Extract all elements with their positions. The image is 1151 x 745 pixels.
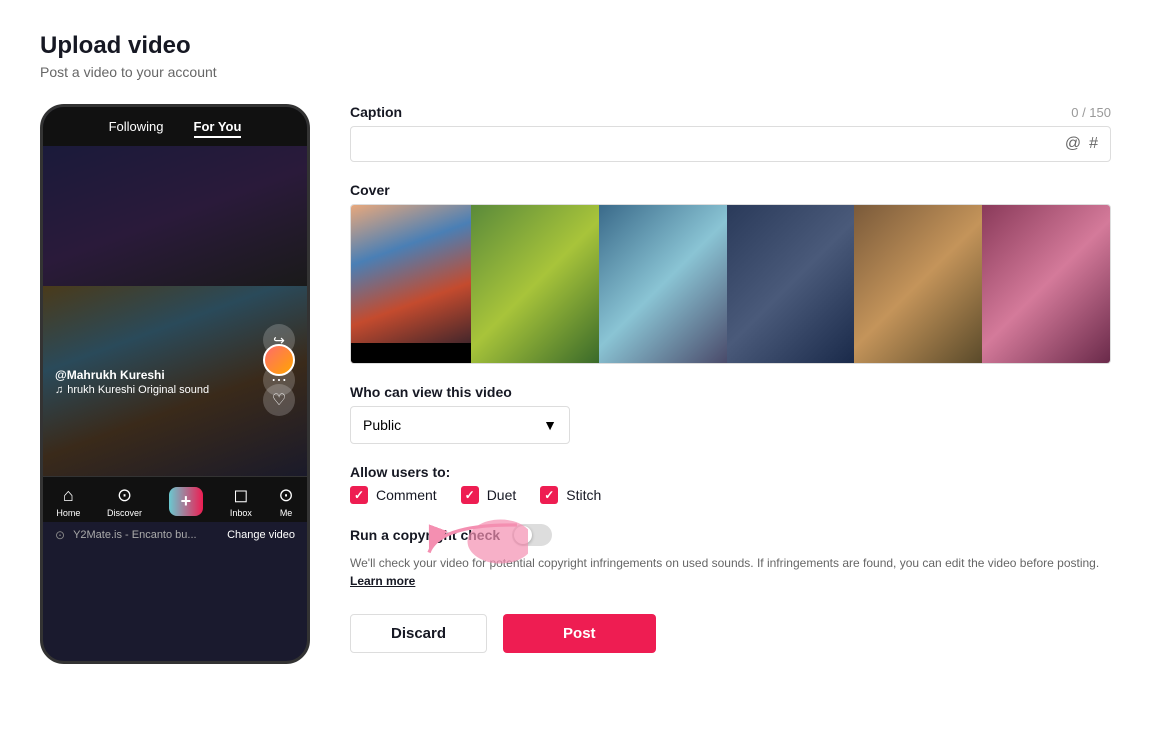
phone-video-bottom: ♡ ↪ ⋯ @Mahrukh Kureshi ♫ hrukh Kureshi O… xyxy=(43,286,307,476)
phone-navbar: ⌂ Home ⊙ Discover + ◻ Inbox ⊙ Me xyxy=(43,476,307,522)
who-can-view-dropdown[interactable]: Public ▼ xyxy=(350,406,570,444)
inbox-icon: ◻ xyxy=(233,485,248,506)
home-icon: ⌂ xyxy=(63,485,74,506)
who-can-view-section: Who can view this video Public ▼ xyxy=(350,384,1111,444)
create-icon: + xyxy=(169,487,204,516)
cover-selected[interactable] xyxy=(351,205,471,363)
nav-me[interactable]: ⊙ Me xyxy=(279,485,294,518)
user-info: @Mahrukh Kureshi ♫ hrukh Kureshi Origina… xyxy=(55,368,209,396)
discover-icon: ⊙ xyxy=(117,485,132,506)
cover-thumb-4[interactable] xyxy=(854,205,982,363)
sound-info: ♫ hrukh Kureshi Original sound xyxy=(55,384,209,396)
learn-more-link[interactable]: Learn more xyxy=(350,574,415,588)
caption-section: Caption 0 / 150 @ # xyxy=(350,104,1111,162)
tab-for-you: For You xyxy=(194,119,242,138)
cover-thumb-3[interactable] xyxy=(727,205,855,363)
phone-video-area: ♡ ↪ ⋯ @Mahrukh Kureshi ♫ hrukh Kureshi O… xyxy=(43,146,307,476)
nav-me-label: Me xyxy=(280,508,293,518)
chevron-down-icon: ▼ xyxy=(543,417,557,433)
comment-label: Comment xyxy=(376,487,437,503)
cover-thumb-5[interactable] xyxy=(982,205,1110,363)
caption-label: Caption xyxy=(350,104,402,120)
stitch-checkbox[interactable]: ✓ xyxy=(540,486,558,504)
cover-strip[interactable] xyxy=(350,204,1111,364)
dropdown-wrapper: Public ▼ xyxy=(350,406,1111,444)
copyright-label: Run a copyright check xyxy=(350,527,500,543)
duet-label: Duet xyxy=(487,487,517,503)
page-subtitle: Post a video to your account xyxy=(40,64,1111,80)
phone-bottom-bar: ⊙ Y2Mate.is - Encanto bu... Change video xyxy=(43,522,307,548)
copyright-info: We'll check your video for potential cop… xyxy=(350,554,1111,590)
duet-checkbox[interactable]: ✓ xyxy=(461,486,479,504)
phone-video-top xyxy=(43,146,307,286)
video-file-icon: ⊙ xyxy=(55,528,65,542)
nav-discover-label: Discover xyxy=(107,508,142,518)
hashtag-button[interactable]: # xyxy=(1089,135,1098,153)
allow-users-label: Allow users to: xyxy=(350,464,1111,480)
allow-users-section: Allow users to: ✓ Comment ✓ Duet ✓ Stitc… xyxy=(350,464,1111,504)
nav-inbox-label: Inbox xyxy=(230,508,252,518)
copyright-section: Run a copyright check xyxy=(350,524,1111,590)
caption-input-wrapper[interactable]: @ # xyxy=(350,126,1111,162)
comment-checkbox[interactable]: ✓ xyxy=(350,486,368,504)
nav-discover[interactable]: ⊙ Discover xyxy=(107,485,142,518)
cover-label: Cover xyxy=(350,182,1111,198)
caption-actions: @ # xyxy=(1065,135,1098,153)
cover-selected-bar xyxy=(351,343,471,363)
change-video-button[interactable]: Change video xyxy=(227,529,295,541)
copyright-row: Run a copyright check xyxy=(350,524,1111,546)
comment-checkbox-item[interactable]: ✓ Comment xyxy=(350,486,437,504)
discard-button[interactable]: Discard xyxy=(350,614,487,653)
duet-checkbox-item[interactable]: ✓ Duet xyxy=(461,486,517,504)
cover-section: Cover xyxy=(350,182,1111,364)
nav-create[interactable]: + xyxy=(169,487,204,516)
who-can-view-label: Who can view this video xyxy=(350,384,1111,400)
post-button[interactable]: Post xyxy=(503,614,656,653)
allow-users-row: ✓ Comment ✓ Duet ✓ Stitch xyxy=(350,486,1111,504)
action-buttons: Discard Post xyxy=(350,614,1111,653)
music-icon: ♫ xyxy=(55,384,63,396)
upload-form: Caption 0 / 150 @ # Cover xyxy=(350,104,1111,653)
profile-icon: ⊙ xyxy=(279,485,294,506)
phone-preview: Following For You ♡ ↪ ⋯ @Mahrukh Kureshi… xyxy=(40,104,310,664)
caption-input[interactable] xyxy=(363,136,1065,152)
stitch-checkbox-item[interactable]: ✓ Stitch xyxy=(540,486,601,504)
copyright-toggle[interactable] xyxy=(512,524,552,546)
avatar xyxy=(263,344,295,376)
char-count: 0 / 150 xyxy=(1071,105,1111,120)
tab-following: Following xyxy=(109,119,164,138)
nav-inbox[interactable]: ◻ Inbox xyxy=(230,485,252,518)
phone-nav-tabs: Following For You xyxy=(43,107,307,146)
page-title: Upload video xyxy=(40,32,1111,60)
video-filename: Y2Mate.is - Encanto bu... xyxy=(73,529,219,541)
cover-thumb-2[interactable] xyxy=(599,205,727,363)
nav-home-label: Home xyxy=(56,508,80,518)
toggle-knob xyxy=(514,526,532,544)
cover-thumb-1[interactable] xyxy=(471,205,599,363)
caption-label-row: Caption 0 / 150 xyxy=(350,104,1111,120)
cover-selected-img xyxy=(351,205,471,363)
username: @Mahrukh Kureshi xyxy=(55,368,209,382)
stitch-label: Stitch xyxy=(566,487,601,503)
who-can-view-value: Public xyxy=(363,417,401,433)
cover-thumbnails xyxy=(471,205,1110,363)
at-mention-button[interactable]: @ xyxy=(1065,135,1081,153)
nav-home[interactable]: ⌂ Home xyxy=(56,485,80,518)
